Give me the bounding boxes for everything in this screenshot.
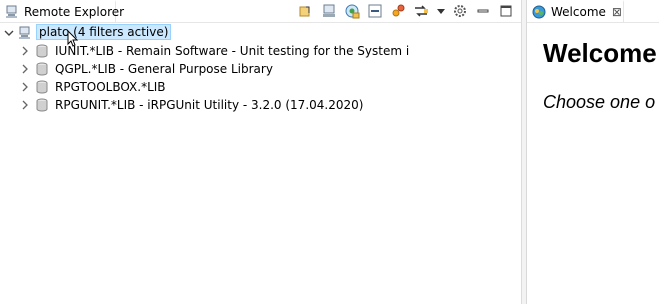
system-connection-icon	[18, 26, 32, 40]
tree-item-label: RPGUNIT.*LIB - iRPGUnit Utility - 3.2.0 …	[55, 98, 364, 112]
view-toolbar	[298, 3, 521, 19]
tab-remote-explorer-label: Remote Explorer	[24, 5, 125, 19]
tree-item-label: RPGTOOLBOX.*LIB	[55, 80, 166, 94]
welcome-heading: Welcome	[543, 38, 657, 68]
welcome-view: Welcome ⊠ Welcome Choose one o	[526, 0, 659, 304]
link-icon[interactable]	[390, 3, 406, 19]
tree-item-label: IUNIT.*LIB - Remain Software - Unit test…	[55, 44, 410, 58]
library-icon	[35, 80, 49, 94]
remote-explorer-tabbar: Remote Explorer	[0, 0, 521, 23]
mouse-cursor-icon	[67, 30, 79, 47]
tree-item-qgpl[interactable]: QGPL.*LIB - General Purpose Library	[0, 60, 521, 78]
go-up-icon[interactable]	[298, 3, 314, 19]
chevron-right-icon[interactable]	[20, 100, 30, 110]
tree-root-label: plato (4 filters active)	[36, 24, 172, 40]
sync-icon[interactable]	[413, 3, 429, 19]
system-icon[interactable]	[321, 3, 337, 19]
tree-item-label: QGPL.*LIB - General Purpose Library	[55, 62, 273, 76]
tree-item-rpgunit[interactable]: RPGUNIT.*LIB - iRPGUnit Utility - 3.2.0 …	[0, 96, 521, 114]
welcome-subheading: Choose one o	[543, 92, 656, 112]
chevron-right-icon[interactable]	[20, 46, 30, 56]
tree-item-rpgtoolbox[interactable]: RPGTOOLBOX.*LIB	[0, 78, 521, 96]
maximize-icon[interactable]	[498, 3, 514, 19]
settings-icon[interactable]	[452, 3, 468, 19]
view-menu-icon[interactable]	[436, 3, 446, 19]
new-connection-icon[interactable]	[344, 3, 360, 19]
chevron-down-icon[interactable]	[4, 28, 14, 38]
welcome-tabbar: Welcome ⊠	[527, 0, 659, 23]
chevron-right-icon[interactable]	[20, 64, 30, 74]
tab-welcome[interactable]: Welcome ⊠	[527, 0, 624, 22]
chevron-right-icon[interactable]	[20, 82, 30, 92]
minimize-icon[interactable]	[475, 3, 491, 19]
remote-explorer-view: Remote Explorer plato (4 filters active)	[0, 0, 521, 304]
remote-explorer-icon	[5, 5, 19, 19]
collapse-all-icon[interactable]	[367, 3, 383, 19]
library-icon	[35, 44, 49, 58]
close-icon[interactable]: ⊠	[612, 5, 622, 19]
tab-welcome-label: Welcome	[551, 5, 606, 19]
library-icon	[35, 98, 49, 112]
tab-remote-explorer[interactable]: Remote Explorer	[0, 0, 124, 22]
library-icon	[35, 62, 49, 76]
welcome-icon	[532, 5, 546, 19]
